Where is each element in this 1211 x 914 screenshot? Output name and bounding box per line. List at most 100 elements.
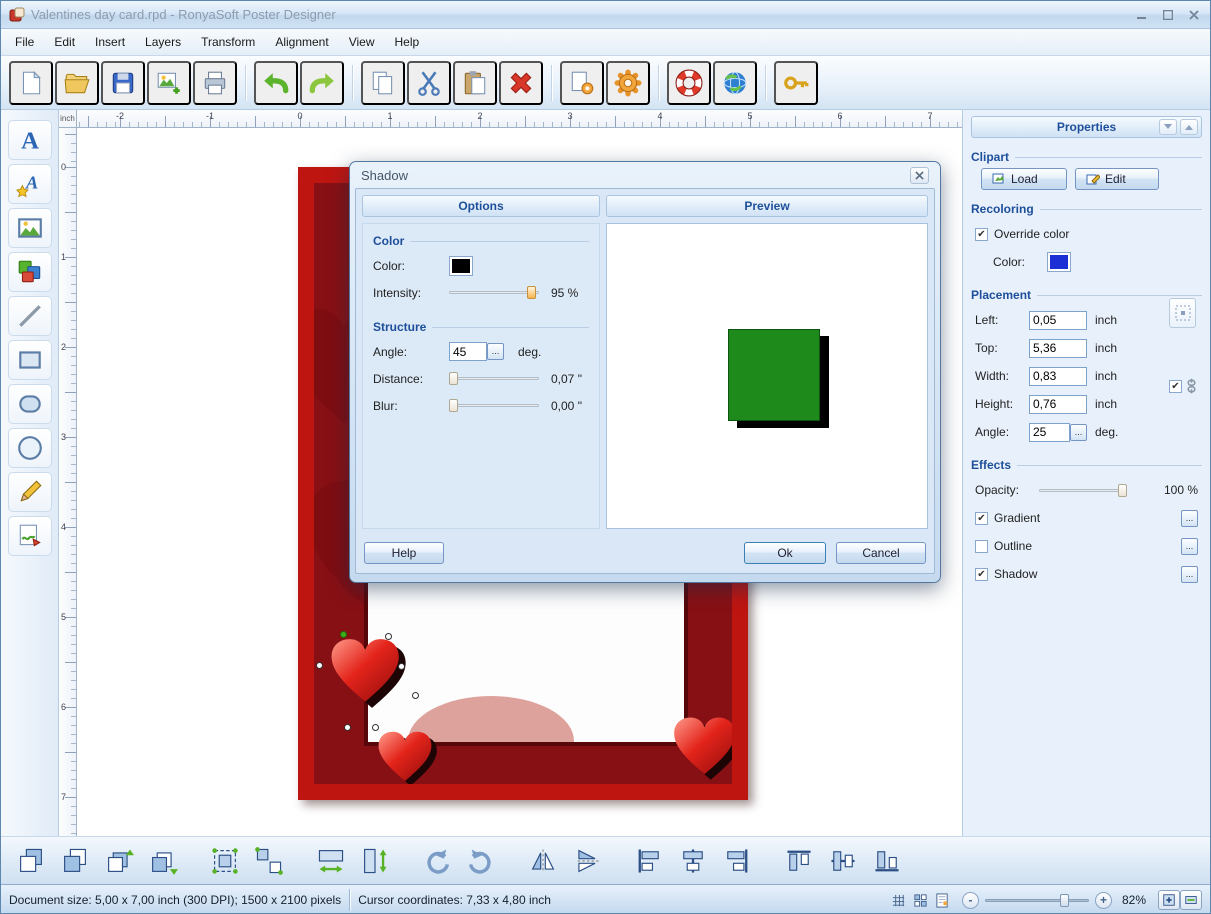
- symbol-tool-button[interactable]: [8, 516, 52, 556]
- outline-settings-button[interactable]: ...: [1181, 538, 1198, 555]
- selection-handle[interactable]: [398, 663, 405, 670]
- menu-item-alignment[interactable]: Alignment: [265, 29, 338, 55]
- license-key-button[interactable]: [774, 61, 818, 105]
- shadow-checkbox[interactable]: ✔: [975, 568, 988, 581]
- shadow-angle-picker-button[interactable]: ...: [487, 343, 504, 360]
- word-art-tool-button[interactable]: A: [8, 164, 52, 204]
- top-input[interactable]: [1029, 339, 1087, 358]
- zoom-slider[interactable]: [985, 893, 1089, 908]
- flip-horizontal-button[interactable]: [523, 842, 563, 880]
- same-height-button[interactable]: [355, 842, 395, 880]
- height-input[interactable]: [1029, 395, 1087, 414]
- left-input[interactable]: [1029, 311, 1087, 330]
- print-button[interactable]: [193, 61, 237, 105]
- menu-item-transform[interactable]: Transform: [191, 29, 265, 55]
- dialog-title-bar[interactable]: Shadow: [355, 162, 935, 188]
- menu-item-file[interactable]: File: [5, 29, 44, 55]
- load-clipart-button[interactable]: Load: [981, 168, 1067, 190]
- close-button[interactable]: [1186, 8, 1202, 22]
- align-left-button[interactable]: [629, 842, 669, 880]
- line-tool-button[interactable]: [8, 296, 52, 336]
- shadow-color-swatch[interactable]: [449, 256, 473, 276]
- website-button[interactable]: [713, 61, 757, 105]
- clipart-tool-button[interactable]: [8, 252, 52, 292]
- edit-clipart-button[interactable]: Edit: [1075, 168, 1159, 190]
- zoom-in-button[interactable]: +: [1095, 892, 1112, 909]
- undo-button[interactable]: [254, 61, 298, 105]
- selection-handle[interactable]: [372, 724, 379, 731]
- rounded-rectangle-tool-button[interactable]: [8, 384, 52, 424]
- gradient-checkbox[interactable]: ✔: [975, 512, 988, 525]
- delete-button[interactable]: [499, 61, 543, 105]
- image-tool-button[interactable]: [8, 208, 52, 248]
- minimize-button[interactable]: [1134, 8, 1150, 22]
- ok-button[interactable]: Ok: [744, 542, 826, 564]
- export-image-button[interactable]: [147, 61, 191, 105]
- cut-button[interactable]: [407, 61, 451, 105]
- align-middle-button[interactable]: [823, 842, 863, 880]
- rotate-left-button[interactable]: [417, 842, 457, 880]
- menu-item-layers[interactable]: Layers: [135, 29, 191, 55]
- dialog-close-button[interactable]: [910, 167, 929, 184]
- page-layout-button[interactable]: [932, 890, 954, 910]
- selection-handle[interactable]: [385, 633, 392, 640]
- snap-grid-button[interactable]: [910, 890, 932, 910]
- heart-clipart[interactable]: [375, 729, 441, 791]
- fit-page-button[interactable]: [1158, 890, 1180, 910]
- menu-item-edit[interactable]: Edit: [44, 29, 85, 55]
- text-tool-button[interactable]: A: [8, 120, 52, 160]
- intensity-slider[interactable]: [449, 285, 539, 300]
- selection-handle[interactable]: [344, 724, 351, 731]
- fit-width-button[interactable]: [1180, 890, 1202, 910]
- save-button[interactable]: [101, 61, 145, 105]
- recolor-color-swatch[interactable]: [1047, 252, 1071, 272]
- selection-handle-rotation[interactable]: [340, 631, 347, 638]
- redo-button[interactable]: [300, 61, 344, 105]
- align-top-button[interactable]: [779, 842, 819, 880]
- open-button[interactable]: [55, 61, 99, 105]
- copy-button[interactable]: [361, 61, 405, 105]
- cancel-button[interactable]: Cancel: [836, 542, 926, 564]
- panel-expand-button[interactable]: [1180, 119, 1198, 135]
- outline-checkbox[interactable]: [975, 540, 988, 553]
- pencil-tool-button[interactable]: [8, 472, 52, 512]
- options-button[interactable]: [606, 61, 650, 105]
- flip-vertical-button[interactable]: [567, 842, 607, 880]
- bring-to-front-button[interactable]: [11, 842, 51, 880]
- menu-item-view[interactable]: View: [339, 29, 385, 55]
- send-backward-button[interactable]: [143, 842, 183, 880]
- rotation-angle-picker-button[interactable]: ...: [1070, 424, 1087, 441]
- align-center-button[interactable]: [673, 842, 713, 880]
- align-right-button[interactable]: [717, 842, 757, 880]
- same-width-button[interactable]: [311, 842, 351, 880]
- align-bottom-button[interactable]: [867, 842, 907, 880]
- selection-handle[interactable]: [412, 692, 419, 699]
- selection-handle[interactable]: [316, 662, 323, 669]
- paste-button[interactable]: [453, 61, 497, 105]
- gradient-settings-button[interactable]: ...: [1181, 510, 1198, 527]
- shadow-angle-input[interactable]: [449, 342, 487, 361]
- bring-forward-button[interactable]: [99, 842, 139, 880]
- ellipse-tool-button[interactable]: [8, 428, 52, 468]
- rectangle-tool-button[interactable]: [8, 340, 52, 380]
- send-to-back-button[interactable]: [55, 842, 95, 880]
- shadow-settings-button[interactable]: ...: [1181, 566, 1198, 583]
- blur-slider[interactable]: [449, 398, 539, 413]
- menu-item-help[interactable]: Help: [384, 29, 429, 55]
- zoom-out-button[interactable]: -: [962, 892, 979, 909]
- rotate-right-button[interactable]: [461, 842, 501, 880]
- help-button[interactable]: Help: [364, 542, 444, 564]
- anchor-point-button[interactable]: [1169, 298, 1196, 328]
- override-color-checkbox[interactable]: ✔: [975, 228, 988, 241]
- page-settings-button[interactable]: [560, 61, 604, 105]
- width-input[interactable]: [1029, 367, 1087, 386]
- distance-slider[interactable]: [449, 371, 539, 386]
- keep-proportions-checkbox[interactable]: ✔: [1169, 380, 1182, 393]
- grid-view-button[interactable]: [888, 890, 910, 910]
- heart-clipart[interactable]: [670, 714, 746, 786]
- panel-collapse-button[interactable]: [1159, 119, 1177, 135]
- menu-item-insert[interactable]: Insert: [85, 29, 135, 55]
- maximize-button[interactable]: [1160, 8, 1176, 22]
- group-button[interactable]: [205, 842, 245, 880]
- new-document-button[interactable]: [9, 61, 53, 105]
